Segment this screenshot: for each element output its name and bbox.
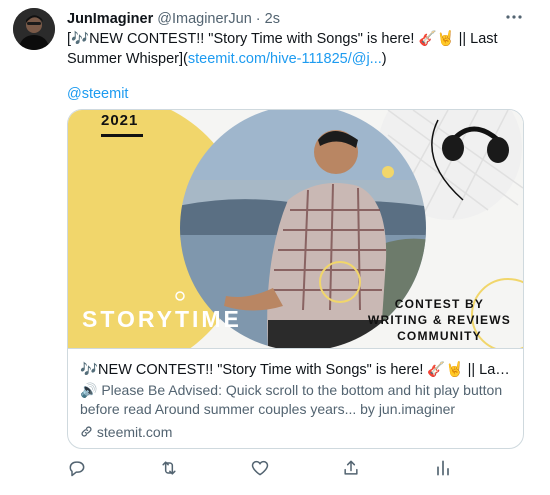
reply-icon[interactable]: [67, 458, 89, 480]
tweet[interactable]: JunImaginer @ImaginerJun · 2s [🎶NEW CONT…: [0, 0, 550, 495]
tweet-timestamp[interactable]: 2s: [265, 11, 280, 27]
link-card[interactable]: 2021 STORYTIME CONTEST BY WRITING & REVI…: [67, 109, 524, 449]
link-icon: [81, 426, 92, 437]
card-description: 🔊 Please Be Advised: Quick scroll to the…: [80, 382, 503, 417]
analytics-icon[interactable]: [433, 458, 455, 480]
card-image-year: 2021: [101, 112, 139, 129]
share-icon[interactable]: [341, 458, 363, 480]
card-title: 🎶NEW CONTEST!! "Story Time with Songs" i…: [80, 362, 516, 378]
contest-line-2: WRITING & REVIEWS: [367, 313, 511, 327]
avatar-image: [13, 8, 55, 50]
author-name[interactable]: JunImaginer: [67, 11, 153, 27]
card-image-title: STORYTIME: [82, 306, 242, 332]
tweet-text: [🎶NEW CONTEST!! "Story Time with Songs" …: [67, 29, 527, 69]
tweet-header: JunImaginer @ImaginerJun · 2s: [67, 10, 280, 28]
avatar[interactable]: [13, 8, 55, 50]
contest-line-3: COMMUNITY: [397, 329, 482, 343]
card-image-year-underline: [101, 134, 143, 137]
mention-link[interactable]: @steemit: [67, 84, 128, 104]
card-image-contest-text: CONTEST BY WRITING & REVIEWS COMMUNITY: [368, 296, 511, 344]
contest-line-1: CONTEST BY: [394, 297, 485, 311]
tweet-actions: [67, 458, 527, 480]
like-icon[interactable]: [250, 458, 272, 480]
tweet-link[interactable]: steemit.com/hive-111825/@j...: [188, 51, 382, 67]
more-dots-icon[interactable]: [504, 8, 524, 26]
tweet-text-suffix: ): [381, 51, 387, 67]
card-domain: steemit.com: [80, 423, 172, 441]
author-handle[interactable]: @ImaginerJun: [157, 11, 252, 27]
card-domain-text: steemit.com: [96, 424, 173, 440]
separator-dot: ·: [255, 11, 261, 27]
card-image[interactable]: 2021 STORYTIME CONTEST BY WRITING & REVI…: [68, 110, 523, 348]
card-body[interactable]: 🎶NEW CONTEST!! "Story Time with Songs" i…: [68, 348, 523, 448]
retweet-icon[interactable]: [159, 458, 181, 480]
